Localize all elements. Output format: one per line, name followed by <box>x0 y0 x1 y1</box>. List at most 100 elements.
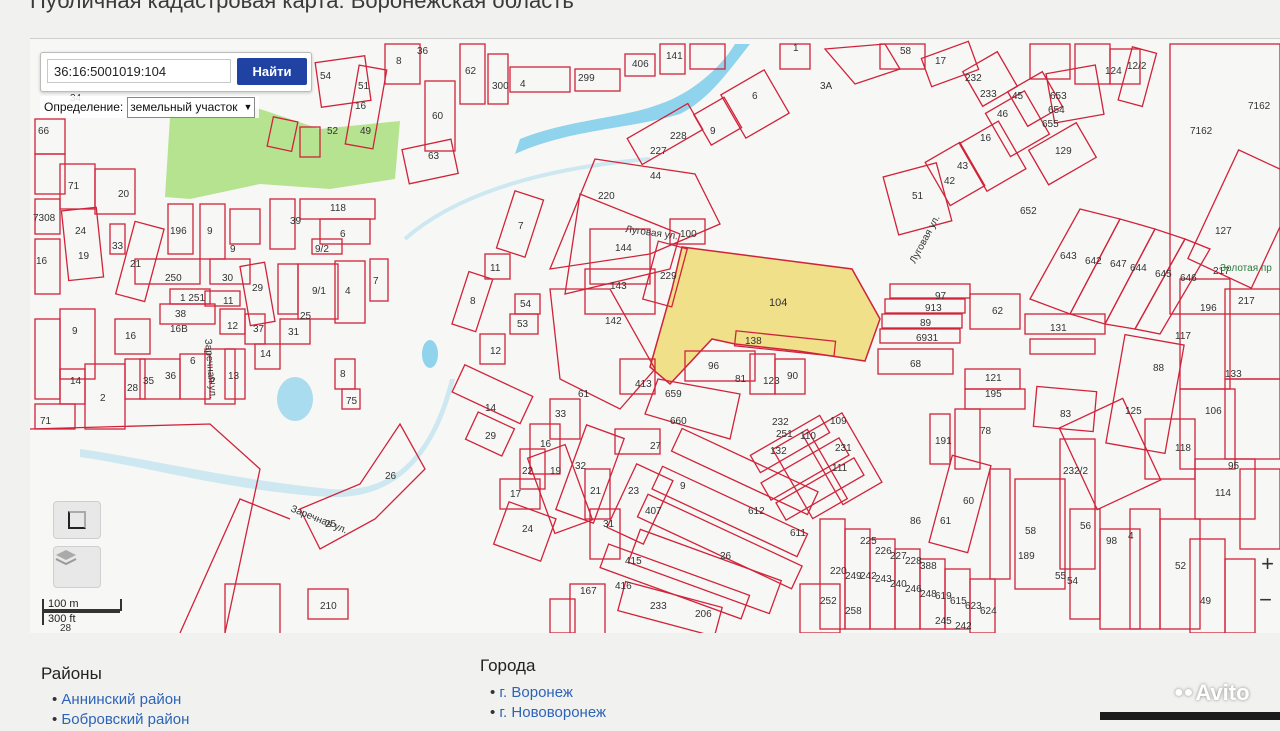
svg-text:78: 78 <box>980 426 992 437</box>
svg-text:31: 31 <box>288 327 300 338</box>
svg-text:142: 142 <box>605 316 622 327</box>
svg-text:71: 71 <box>68 181 80 192</box>
svg-text:81: 81 <box>735 374 747 385</box>
svg-text:227: 227 <box>650 146 667 157</box>
svg-text:90: 90 <box>787 371 799 382</box>
svg-text:242: 242 <box>955 621 972 632</box>
district-link[interactable]: Бобровский район <box>52 711 189 731</box>
svg-text:121: 121 <box>985 373 1002 384</box>
avito-watermark: ●● Avito <box>1174 680 1250 706</box>
layers-button[interactable] <box>53 546 101 588</box>
svg-text:117: 117 <box>1175 331 1191 342</box>
svg-text:4: 4 <box>520 79 526 90</box>
svg-text:55: 55 <box>1055 571 1067 582</box>
svg-text:16В: 16В <box>170 324 188 335</box>
svg-text:28: 28 <box>127 383 139 394</box>
svg-text:233: 233 <box>980 89 997 100</box>
svg-text:7308: 7308 <box>33 213 56 224</box>
cadastral-number-input[interactable] <box>47 59 231 83</box>
svg-text:61: 61 <box>940 516 952 527</box>
svg-text:25: 25 <box>300 311 312 322</box>
svg-text:88: 88 <box>1153 363 1165 374</box>
svg-text:43: 43 <box>957 161 969 172</box>
scale-metric: 100 m <box>42 599 122 611</box>
svg-text:7162: 7162 <box>1248 101 1271 112</box>
svg-text:655: 655 <box>1042 119 1059 130</box>
svg-text:16: 16 <box>540 439 552 450</box>
svg-text:49: 49 <box>1200 596 1212 607</box>
svg-text:24: 24 <box>522 524 534 535</box>
svg-text:29: 29 <box>252 283 264 294</box>
svg-text:8: 8 <box>470 296 476 307</box>
svg-text:913: 913 <box>925 303 942 314</box>
svg-text:52: 52 <box>327 126 339 137</box>
svg-text:100: 100 <box>680 229 697 240</box>
svg-text:52: 52 <box>1175 561 1187 572</box>
svg-text:58: 58 <box>1025 526 1037 537</box>
svg-text:660: 660 <box>670 416 687 427</box>
svg-text:217: 217 <box>1238 296 1255 307</box>
svg-text:17: 17 <box>935 56 947 67</box>
svg-text:127: 127 <box>1215 226 1232 237</box>
svg-text:6: 6 <box>340 229 346 240</box>
svg-text:653: 653 <box>1050 91 1067 102</box>
svg-text:1 251: 1 251 <box>180 293 205 304</box>
svg-text:233: 233 <box>650 601 667 612</box>
svg-text:258: 258 <box>845 606 862 617</box>
districts-title: Районы <box>41 664 102 683</box>
svg-text:31: 31 <box>603 519 615 530</box>
svg-text:138: 138 <box>745 336 762 347</box>
svg-text:125: 125 <box>1125 406 1142 417</box>
svg-text:9: 9 <box>230 244 236 255</box>
svg-text:129: 129 <box>1055 146 1072 157</box>
svg-text:406: 406 <box>632 59 649 70</box>
svg-text:110: 110 <box>800 431 816 442</box>
svg-text:16: 16 <box>355 101 367 112</box>
find-button[interactable]: Найти <box>237 58 307 85</box>
zoom-in-button[interactable]: + <box>1261 551 1274 577</box>
districts-list: Аннинский район Бобровский район <box>52 691 189 731</box>
svg-text:14: 14 <box>70 376 82 387</box>
svg-text:4: 4 <box>345 286 351 297</box>
svg-text:16: 16 <box>36 256 48 267</box>
district-link[interactable]: Аннинский район <box>52 691 189 711</box>
svg-text:612: 612 <box>748 506 765 517</box>
svg-text:3А: 3А <box>820 81 833 92</box>
svg-text:86: 86 <box>910 516 922 527</box>
svg-text:95: 95 <box>1228 461 1240 472</box>
taskbar-strip <box>1100 712 1280 720</box>
svg-text:251: 251 <box>776 429 793 440</box>
svg-text:96: 96 <box>708 361 720 372</box>
svg-text:645: 645 <box>1155 269 1172 280</box>
svg-text:39: 39 <box>290 216 302 227</box>
cities-title: Города <box>480 656 536 675</box>
svg-text:195: 195 <box>985 389 1002 400</box>
svg-text:1: 1 <box>793 43 799 54</box>
svg-text:143: 143 <box>610 281 627 292</box>
definition-select[interactable]: земельный участок ▼ <box>127 96 256 118</box>
svg-text:21: 21 <box>130 259 142 270</box>
svg-text:220: 220 <box>598 191 615 202</box>
svg-text:133: 133 <box>1225 369 1242 380</box>
svg-text:98: 98 <box>1106 536 1118 547</box>
search-panel: Найти <box>40 52 312 92</box>
svg-text:232: 232 <box>965 73 982 84</box>
svg-text:250: 250 <box>165 273 182 284</box>
svg-text:51: 51 <box>912 191 924 202</box>
chevron-down-icon: ▼ <box>243 102 253 112</box>
city-link[interactable]: г. Воронеж <box>490 684 606 704</box>
fullscreen-button[interactable] <box>53 501 101 539</box>
green-zone <box>165 109 400 199</box>
svg-text:62: 62 <box>465 66 477 77</box>
svg-text:38: 38 <box>175 309 187 320</box>
svg-text:13: 13 <box>228 371 240 382</box>
cadastral-map[interactable]: 104 34 66 71 20 7308 24 19 33 196 9 9 39… <box>30 38 1280 633</box>
map-canvas[interactable]: 104 34 66 71 20 7308 24 19 33 196 9 9 39… <box>30 39 1280 633</box>
zoom-out-button[interactable]: − <box>1259 587 1272 613</box>
pond <box>422 340 438 368</box>
svg-text:189: 189 <box>1018 551 1035 562</box>
city-link[interactable]: г. Нововоронеж <box>490 704 606 724</box>
svg-text:11: 11 <box>490 263 501 274</box>
svg-text:19: 19 <box>78 251 90 262</box>
svg-text:7: 7 <box>373 276 379 287</box>
